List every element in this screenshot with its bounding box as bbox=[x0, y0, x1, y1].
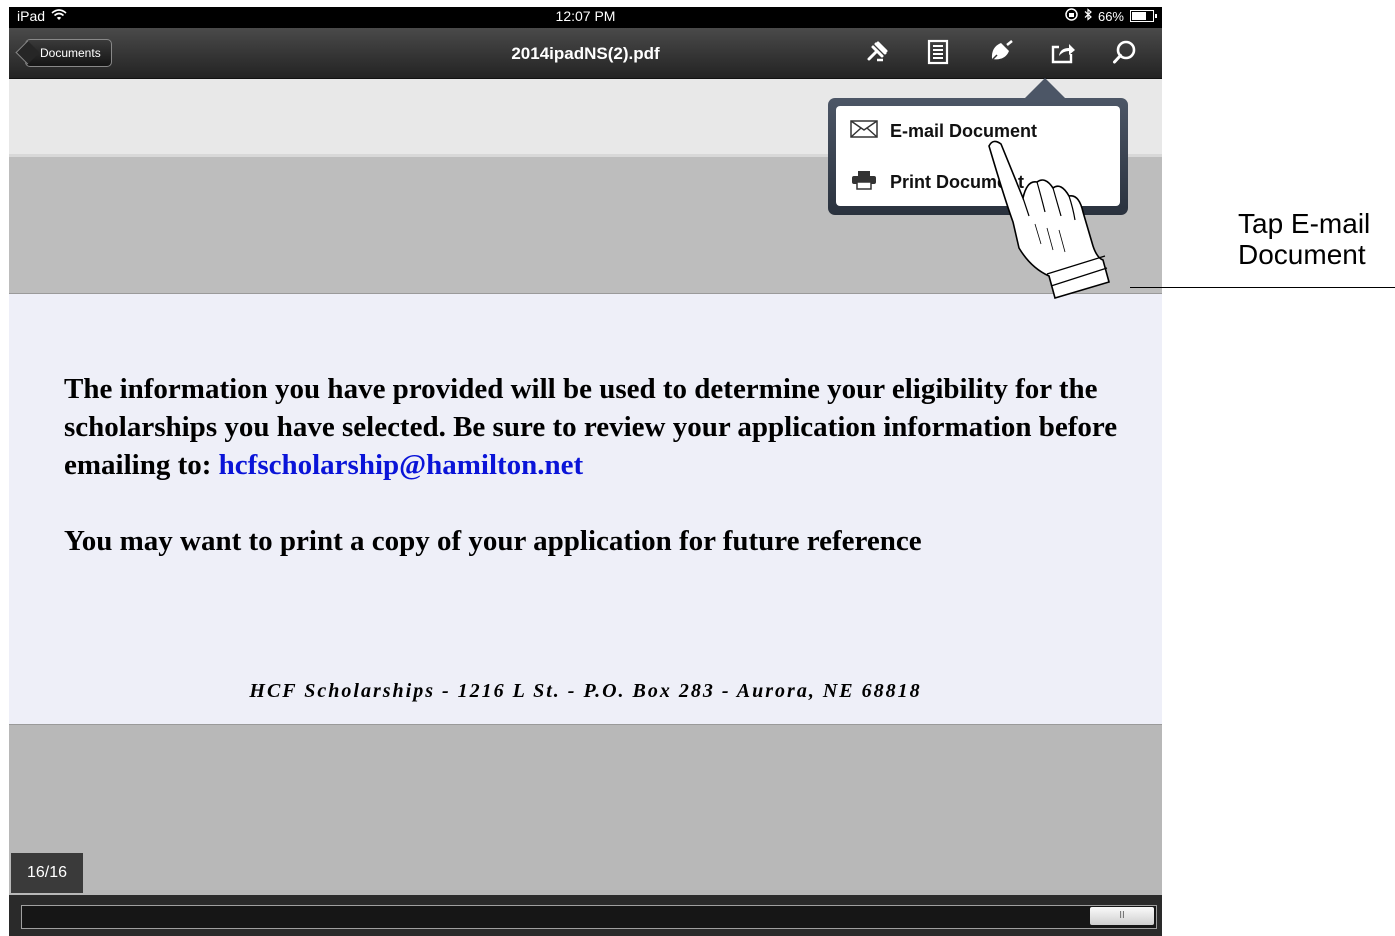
page-indicator: 16/16 bbox=[11, 853, 83, 893]
status-bar: iPad 12:07 PM 66% bbox=[9, 7, 1162, 28]
battery-percent: 66% bbox=[1097, 8, 1124, 24]
sign-icon[interactable] bbox=[986, 37, 1016, 67]
printer-icon bbox=[850, 170, 878, 195]
annotate-tool-icon[interactable] bbox=[862, 37, 892, 67]
page-footer: HCF Scholarships - 1216 L St. - P.O. Box… bbox=[249, 680, 922, 702]
bottom-bar: II bbox=[9, 895, 1162, 936]
scrubber-thumb[interactable]: II bbox=[1090, 907, 1154, 925]
thumbnails-icon[interactable] bbox=[923, 37, 953, 67]
pdf-page: The information you have provided will b… bbox=[9, 294, 1162, 725]
share-icon[interactable] bbox=[1048, 37, 1078, 67]
status-time: 12:07 PM bbox=[555, 8, 616, 24]
callout-line bbox=[1130, 287, 1395, 288]
email-link[interactable]: hcfscholarship@hamilton.net bbox=[219, 449, 584, 481]
toolbar: Documents 2014ipadNS(2).pdf bbox=[9, 28, 1162, 79]
callout-annotation: Tap E-mail Document bbox=[1238, 208, 1371, 270]
battery-icon bbox=[1130, 10, 1157, 22]
bluetooth-icon bbox=[1084, 8, 1092, 24]
eligibility-paragraph: The information you have provided will b… bbox=[64, 373, 1118, 481]
tap-hand-icon bbox=[988, 140, 1110, 299]
page-scrubber[interactable]: II bbox=[21, 905, 1157, 929]
popover-arrow bbox=[1023, 78, 1067, 100]
rotation-lock-icon bbox=[1065, 8, 1078, 24]
print-reminder: You may want to print a copy of your app… bbox=[64, 525, 922, 557]
envelope-icon bbox=[850, 120, 878, 143]
search-icon[interactable] bbox=[1110, 37, 1140, 67]
